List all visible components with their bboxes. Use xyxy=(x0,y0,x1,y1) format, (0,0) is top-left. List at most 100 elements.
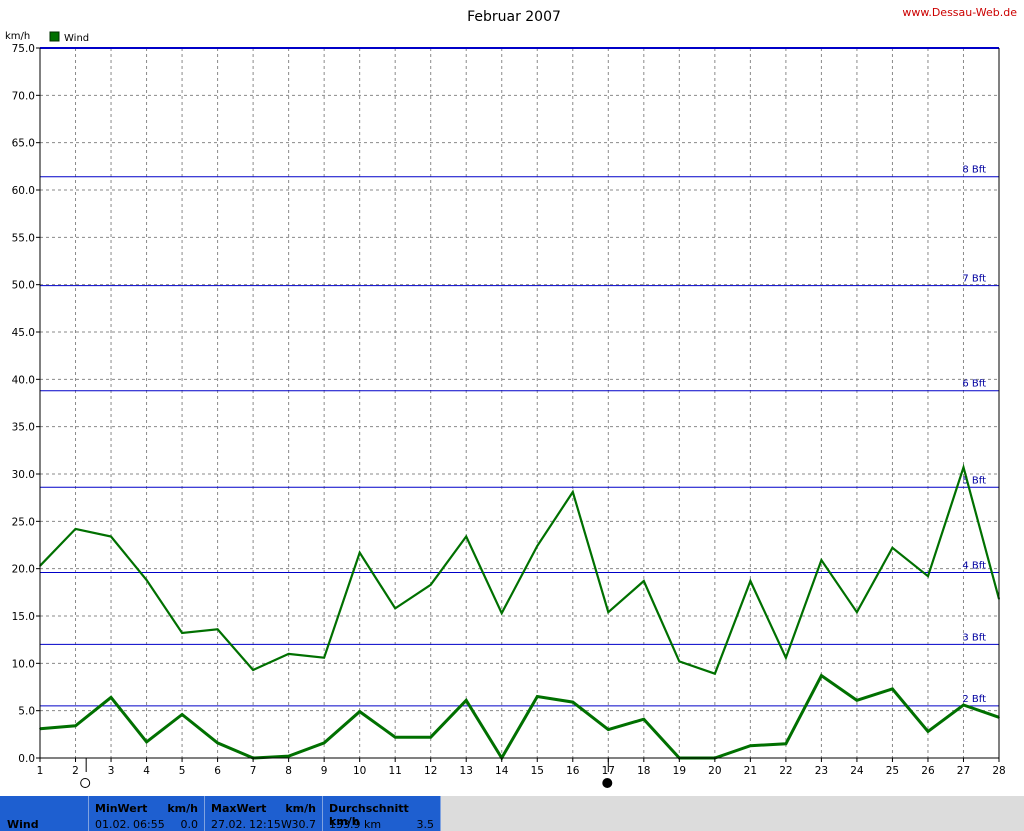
avg-distance: 133.9 km xyxy=(329,818,382,831)
x-tick-label: 11 xyxy=(388,765,401,777)
legend-label: Wind xyxy=(64,33,89,44)
data-point-average xyxy=(465,699,468,702)
x-tick-label: 28 xyxy=(992,765,1005,777)
data-point-max xyxy=(252,669,254,671)
x-tick-label: 3 xyxy=(108,765,115,777)
new-moon-icon xyxy=(602,778,613,788)
min-date: 01.02. xyxy=(95,818,130,831)
data-point-average xyxy=(962,704,965,706)
footer-average: Durchschnitt km/h 133.9 km 3.5 xyxy=(323,796,441,831)
beaufort-label: 2 Bft xyxy=(962,694,986,705)
legend-swatch xyxy=(49,31,60,42)
y-tick-label: 75.0 xyxy=(12,43,35,55)
beaufort-label: 8 Bft xyxy=(962,165,986,176)
y-tick-label: 65.0 xyxy=(12,138,35,150)
data-point-max xyxy=(500,612,503,614)
footer-min: MinWert km/h 01.02. 06:55 0.0 xyxy=(89,796,205,831)
data-point-max xyxy=(714,672,716,675)
data-point-average xyxy=(216,742,219,744)
data-point-max xyxy=(856,611,858,614)
y-tick-label: 45.0 xyxy=(12,327,35,339)
x-tick-label: 16 xyxy=(566,765,580,777)
x-tick-label: 8 xyxy=(285,765,292,777)
x-tick-label: 25 xyxy=(886,765,899,777)
data-point-max xyxy=(785,656,787,659)
beaufort-label: 4 Bft xyxy=(962,560,986,571)
data-point-average xyxy=(110,696,112,699)
y-tick-label: 10.0 xyxy=(12,658,35,670)
data-point-average xyxy=(429,736,432,738)
x-tick-label: 23 xyxy=(815,765,828,777)
data-point-max xyxy=(536,545,539,547)
site-link[interactable]: www.Dessau-Web.de xyxy=(902,6,1017,19)
max-header: MaxWert xyxy=(211,802,267,815)
data-point-max xyxy=(216,628,219,631)
x-tick-label: 10 xyxy=(353,765,366,777)
y-tick-label: 40.0 xyxy=(12,374,35,386)
data-point-average xyxy=(287,755,290,757)
data-point-max xyxy=(643,580,645,582)
x-tick-label: 14 xyxy=(495,765,509,777)
min-time: 06:55 xyxy=(133,818,165,831)
data-point-average xyxy=(394,736,396,738)
max-value: 30.7 xyxy=(291,818,317,831)
x-tick-label: 5 xyxy=(179,765,186,777)
y-tick-label: 55.0 xyxy=(12,232,35,244)
avg-value: 3.5 xyxy=(416,818,435,831)
y-tick-label: 30.0 xyxy=(12,469,35,481)
data-point-max xyxy=(749,580,752,582)
data-point-average xyxy=(820,674,823,677)
beaufort-label: 6 Bft xyxy=(962,379,986,390)
x-tick-label: 1 xyxy=(37,765,44,777)
data-point-max xyxy=(962,466,965,469)
data-point-average xyxy=(536,695,539,698)
data-point-average xyxy=(891,688,894,690)
chart-title: Februar 2007 xyxy=(467,9,561,25)
data-point-max xyxy=(287,653,290,655)
x-tick-label: 24 xyxy=(850,765,864,777)
data-point-average xyxy=(145,741,148,743)
y-tick-label: 35.0 xyxy=(12,422,35,434)
data-point-max xyxy=(145,579,148,581)
x-tick-label: 6 xyxy=(214,765,221,777)
data-point-average xyxy=(181,713,183,716)
data-point-average xyxy=(358,710,361,713)
data-point-average xyxy=(571,701,574,703)
data-point-max xyxy=(927,575,929,578)
x-tick-label: 27 xyxy=(957,765,970,777)
x-tick-label: 12 xyxy=(424,765,437,777)
y-tick-label: 25.0 xyxy=(12,516,35,528)
data-point-max xyxy=(358,551,361,554)
x-tick-label: 21 xyxy=(744,765,757,777)
data-point-max xyxy=(181,632,183,634)
x-tick-label: 18 xyxy=(637,765,650,777)
x-tick-label: 15 xyxy=(531,765,544,777)
beaufort-label: 3 Bft xyxy=(962,632,986,643)
data-point-max xyxy=(110,535,112,538)
data-point-max xyxy=(465,535,468,538)
x-tick-label: 19 xyxy=(673,765,686,777)
max-direction: W xyxy=(281,818,292,831)
unit-label: km/h xyxy=(5,31,30,42)
data-point-max xyxy=(607,611,610,614)
y-tick-label: 60.0 xyxy=(12,185,35,197)
y-tick-label: 70.0 xyxy=(12,90,35,102)
data-point-max xyxy=(571,491,574,493)
data-point-average xyxy=(856,699,858,702)
min-header: MinWert xyxy=(95,802,148,815)
x-tick-label: 9 xyxy=(321,765,328,777)
data-point-average xyxy=(927,730,929,733)
data-point-average xyxy=(785,743,787,745)
x-tick-label: 26 xyxy=(921,765,935,777)
data-point-max xyxy=(429,583,432,586)
x-tick-label: 7 xyxy=(250,765,257,777)
data-point-max xyxy=(74,528,77,530)
x-tick-label: 2 xyxy=(72,765,79,777)
y-tick-label: 0.0 xyxy=(18,753,35,765)
data-point-average xyxy=(749,744,752,747)
footer-max: MaxWert km/h 27.02. 12:15 W 30.7 xyxy=(205,796,323,831)
max-unit: km/h xyxy=(285,802,316,815)
data-point-average xyxy=(323,742,325,744)
y-tick-label: 15.0 xyxy=(12,611,35,623)
x-tick-label: 22 xyxy=(779,765,792,777)
